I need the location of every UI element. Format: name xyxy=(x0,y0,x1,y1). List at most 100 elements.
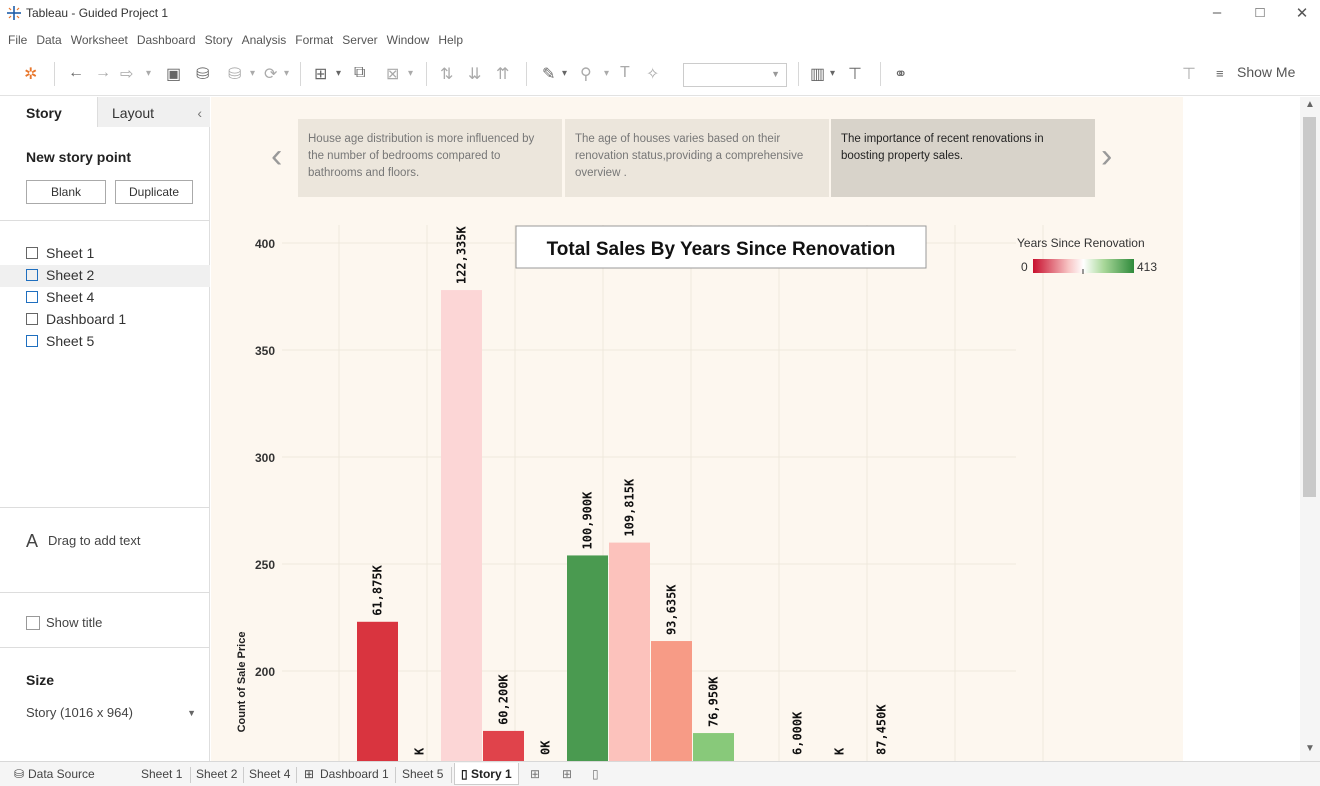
tab-layout[interactable]: Layout ‹ xyxy=(98,97,210,127)
bar xyxy=(483,730,524,761)
presentation-mode-icon[interactable]: ⊤ xyxy=(848,64,862,84)
scroll-down-icon[interactable]: ▼ xyxy=(1305,743,1315,754)
sheet-item-sheet-1[interactable]: Sheet 1 xyxy=(26,243,210,265)
window-title: Tableau - Guided Project 1 xyxy=(26,6,169,20)
tab-data-source[interactable]: Data Source xyxy=(28,767,95,781)
right-margin xyxy=(1183,97,1300,761)
new-story-tab-icon[interactable]: ▯ xyxy=(592,767,599,781)
menu-story[interactable]: Story xyxy=(205,33,233,47)
duplicate-button[interactable]: Duplicate xyxy=(115,180,193,204)
tab-sheet-4[interactable]: Sheet 4 xyxy=(249,767,290,781)
show-me-icon[interactable]: ≡ xyxy=(1216,66,1224,81)
show-hide-cards-icon[interactable]: ▥ xyxy=(810,64,825,84)
new-datasource-icon[interactable]: ⛁ xyxy=(196,64,209,84)
show-mark-labels-icon[interactable]: T xyxy=(620,64,630,82)
y-tick-label: 400 xyxy=(255,237,275,251)
chevron-down-icon: ▼ xyxy=(187,708,196,718)
sort-descending-icon[interactable]: ⇈ xyxy=(496,64,509,84)
restore-button[interactable]: □ xyxy=(1245,4,1275,21)
tab-story-1[interactable]: ▯ Story 1 xyxy=(454,763,519,785)
bar-data-label: 0K xyxy=(539,740,553,755)
back-icon[interactable]: ← xyxy=(68,64,84,82)
dashboard-icon xyxy=(26,313,38,325)
bar xyxy=(567,555,608,761)
sheet-tab-bar: ⛁ Data Source Sheet 1 Sheet 2 Sheet 4 ⊞ … xyxy=(0,761,1320,786)
size-select[interactable]: Story (1016 x 964) ▼ xyxy=(26,705,196,720)
fit-dropdown[interactable]: ▼ xyxy=(683,63,787,87)
pause-dropdown-icon[interactable]: ▾ xyxy=(250,68,255,79)
group-members-icon[interactable]: ⚲ xyxy=(580,64,592,84)
clear-sheet-icon[interactable]: ⊠ xyxy=(386,64,399,84)
tableau-home-icon[interactable]: ✲ xyxy=(24,64,37,84)
scrollbar-thumb[interactable] xyxy=(1303,117,1316,497)
story-tab-icon: ▯ xyxy=(461,767,471,781)
scroll-up-icon[interactable]: ▲ xyxy=(1305,99,1315,110)
dashboard-tab-icon: ⊞ xyxy=(304,767,315,781)
tab-sheet-1[interactable]: Sheet 1 xyxy=(141,767,182,781)
new-worksheet-dropdown-icon[interactable]: ▾ xyxy=(336,68,341,79)
group-dropdown-icon[interactable]: ▾ xyxy=(604,68,609,79)
tab-story[interactable]: Story xyxy=(0,97,98,127)
refresh-icon[interactable]: ⟳ xyxy=(264,64,277,84)
forward-icon[interactable]: → xyxy=(95,64,111,82)
fix-axes-icon[interactable]: ✧ xyxy=(646,64,659,84)
bar xyxy=(651,641,692,761)
y-tick-label: 350 xyxy=(255,344,275,358)
cards-dropdown-icon[interactable]: ▾ xyxy=(830,68,835,79)
sheet-item-label: Sheet 2 xyxy=(46,267,95,283)
menu-help[interactable]: Help xyxy=(438,33,463,47)
vertical-scrollbar[interactable]: ▲ ▼ xyxy=(1300,97,1320,761)
sort-ascending-icon[interactable]: ⇊ xyxy=(468,64,481,84)
pin-icon[interactable]: ⊤ xyxy=(1182,64,1196,84)
fit-dropdown-arrow-icon: ▼ xyxy=(771,69,780,79)
save-icon[interactable]: ▣ xyxy=(166,64,181,84)
new-worksheet-icon[interactable]: ⊞ xyxy=(314,64,327,84)
tab-sheet-5[interactable]: Sheet 5 xyxy=(402,767,443,781)
tab-story-label: Story xyxy=(26,105,62,121)
sheet-item-dashboard-1[interactable]: Dashboard 1 xyxy=(26,309,210,331)
highlight-dropdown-icon[interactable]: ▾ xyxy=(562,68,567,79)
menu-worksheet[interactable]: Worksheet xyxy=(71,33,128,47)
story-canvas: ‹ House age distribution is more influen… xyxy=(211,97,1183,761)
pause-updates-icon[interactable]: ⛁ xyxy=(228,64,241,84)
swap-rows-columns-icon[interactable]: ⇅ xyxy=(440,64,453,84)
new-worksheet-tab-icon[interactable]: ⊞ xyxy=(530,767,540,781)
menu-dashboard[interactable]: Dashboard xyxy=(137,33,196,47)
blank-button[interactable]: Blank xyxy=(26,180,106,204)
tab-sheet-2[interactable]: Sheet 2 xyxy=(196,767,237,781)
close-button[interactable]: ✕ xyxy=(1287,4,1317,22)
highlight-icon[interactable]: ✎ xyxy=(542,64,555,84)
menu-analysis[interactable]: Analysis xyxy=(242,33,287,47)
sheet-item-sheet-5[interactable]: Sheet 5 xyxy=(26,331,210,353)
bar-data-label: 60,200K xyxy=(497,674,511,725)
new-dashboard-tab-icon[interactable]: ⊞ xyxy=(562,767,572,781)
menu-data[interactable]: Data xyxy=(36,33,61,47)
menu-window[interactable]: Window xyxy=(387,33,430,47)
menu-format[interactable]: Format xyxy=(295,33,333,47)
menu-server[interactable]: Server xyxy=(342,33,377,47)
tab-story-1-label: Story 1 xyxy=(470,767,512,781)
collapse-panel-icon[interactable]: ‹ xyxy=(197,105,202,121)
share-icon[interactable]: ⚭ xyxy=(894,64,907,84)
tab-dashboard-1[interactable]: Dashboard 1 xyxy=(320,767,389,781)
bar-data-label: 6,000K xyxy=(791,711,805,755)
sheet-item-label: Dashboard 1 xyxy=(46,311,127,327)
redo-dropdown-icon[interactable]: ▾ xyxy=(146,68,151,79)
show-title-checkbox[interactable] xyxy=(26,616,40,630)
text-object-icon: A xyxy=(26,531,39,551)
duplicate-sheet-icon[interactable]: ⧉ xyxy=(354,64,365,82)
redo-icon[interactable]: ⇨ xyxy=(120,64,133,84)
new-story-point-heading: New story point xyxy=(26,149,132,165)
sheet-item-sheet-4[interactable]: Sheet 4 xyxy=(26,287,210,309)
clear-dropdown-icon[interactable]: ▾ xyxy=(408,68,413,79)
minimize-button[interactable]: – xyxy=(1202,4,1232,21)
sheet-item-sheet-2[interactable]: Sheet 2 xyxy=(0,265,210,287)
bar-data-label: K xyxy=(413,747,427,755)
size-select-value: Story (1016 x 964) xyxy=(26,705,133,720)
drag-to-add-text[interactable]: A Drag to add text xyxy=(26,531,141,552)
y-tick-label: 250 xyxy=(255,558,275,572)
size-heading: Size xyxy=(26,672,55,688)
refresh-dropdown-icon[interactable]: ▾ xyxy=(284,68,289,79)
show-me-button[interactable]: Show Me xyxy=(1237,64,1295,80)
menu-file[interactable]: File xyxy=(8,33,27,47)
